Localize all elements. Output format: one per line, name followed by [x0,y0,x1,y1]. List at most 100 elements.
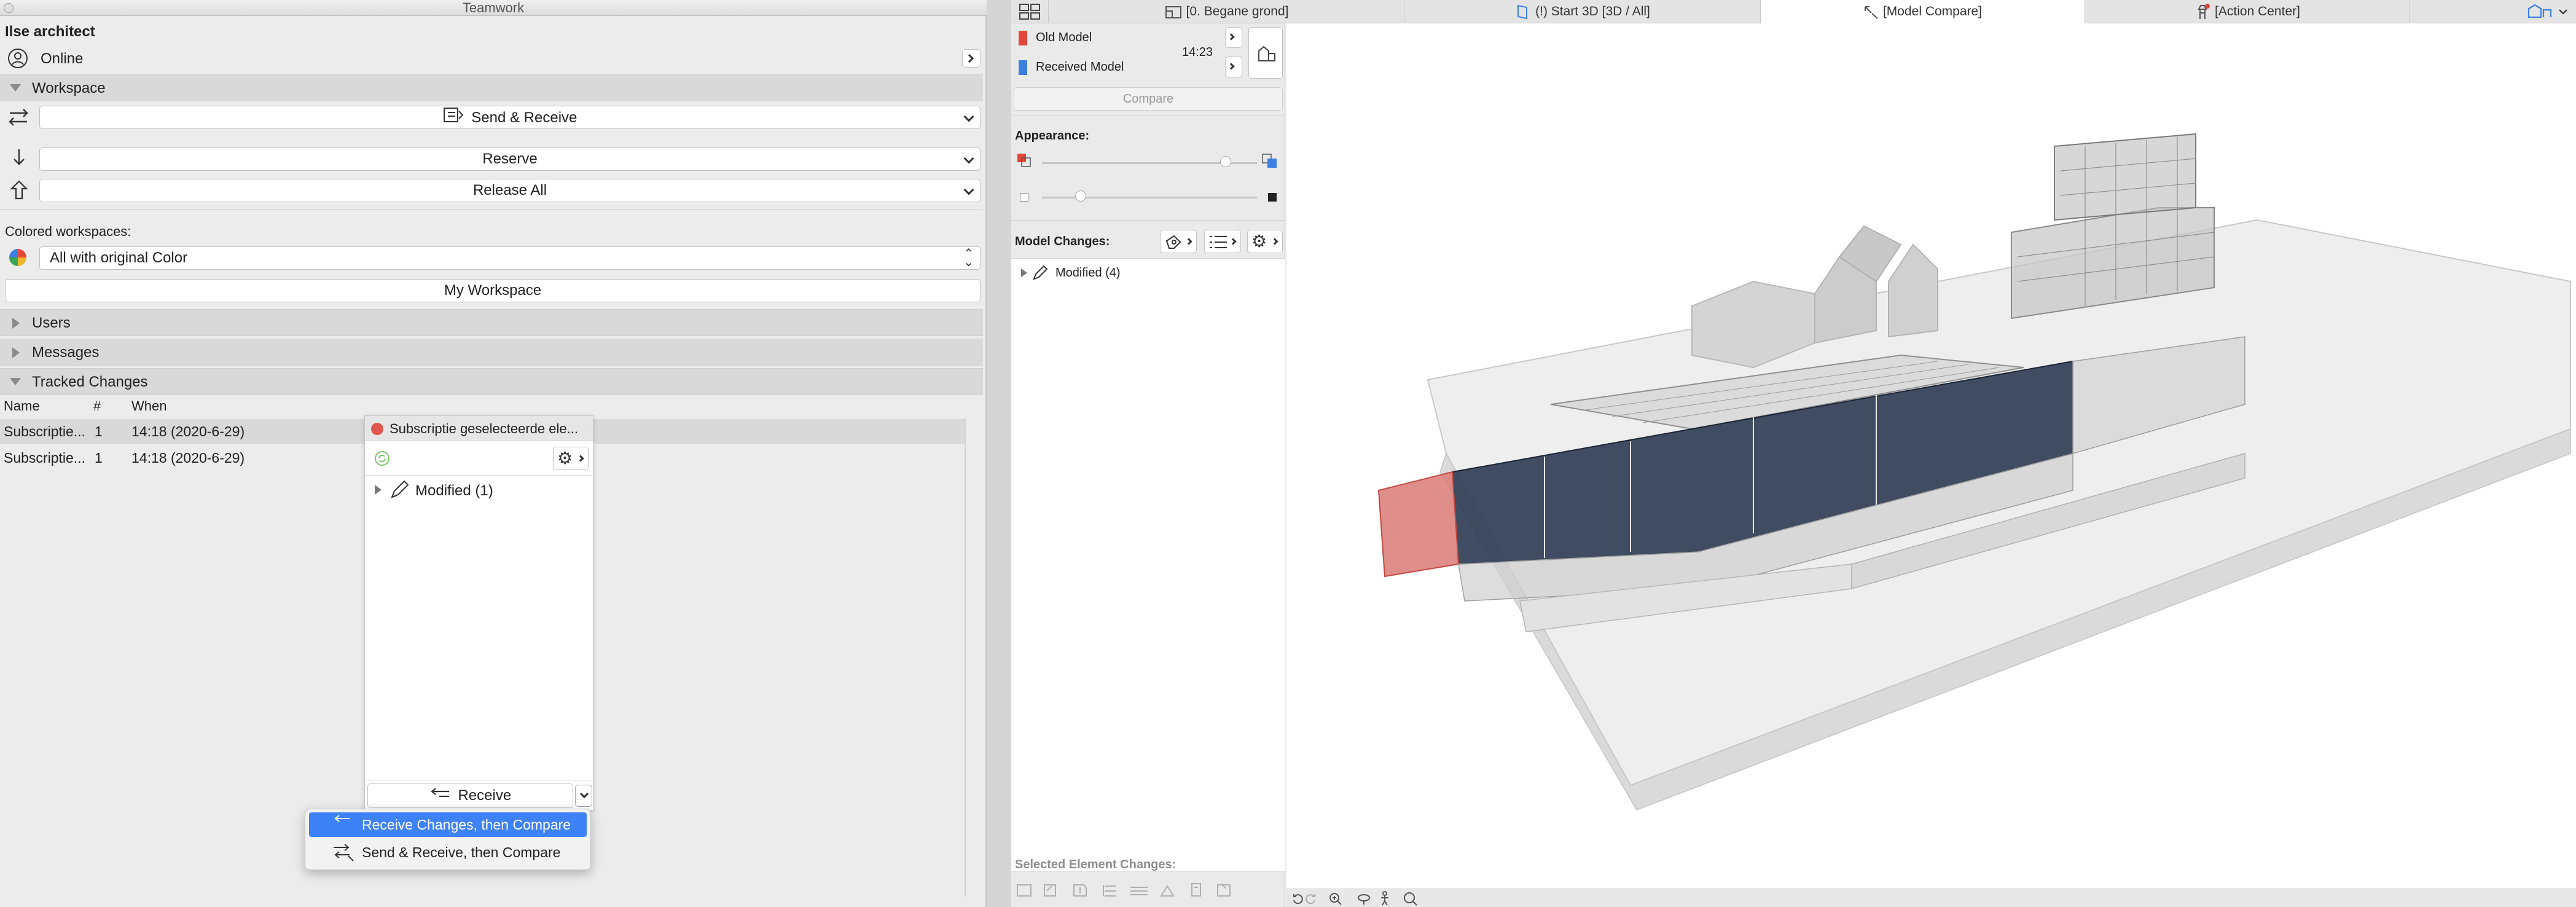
filter-changes-button[interactable] [1160,230,1197,253]
user-status-icon [7,48,28,69]
users-section-header[interactable]: Users [0,309,983,336]
palette-title-bar[interactable]: Teamwork [0,0,987,16]
status-details-button[interactable] [962,49,981,68]
3d-viewport[interactable] [1286,23,2576,889]
tab-3d-window[interactable]: (!) Start 3D [3D / All] [1404,0,1761,23]
workspace-header-label: Workspace [32,80,106,96]
reserve-button[interactable]: Reserve [39,147,981,171]
colored-workspaces-label: Colored workspaces: [5,224,131,239]
receive-options-button[interactable] [575,785,592,807]
tracked-change-popover: Subscriptie geselecteerde ele... ⚙ Modif… [364,415,593,811]
my-workspace-button[interactable]: My Workspace [5,279,981,302]
tab-model-compare[interactable]: [Model Compare] [1761,0,2085,23]
tab-label: [Model Compare] [1882,4,1983,18]
chevron-right-icon [1227,33,1235,41]
row-name: Subscriptie... [4,450,85,466]
row-when: 14:18 (2020-6-29) [131,423,245,439]
old-model-color-icon [1016,152,1032,168]
selected-changes-toolbar [1015,879,1279,901]
close-icon[interactable] [4,3,14,13]
chevron-down-icon [963,111,974,122]
receive-arrow-icon [429,784,450,807]
disclosure-triangle-icon[interactable] [1021,269,1027,277]
received-model-label: Received Model [1036,60,1124,74]
messages-header-label: Messages [32,344,100,361]
refresh-icon[interactable] [374,450,391,467]
menu-item-label: Send & Receive, then Compare [362,844,561,860]
tab-label: (!) Start 3D [3D / All] [1535,4,1650,18]
swap-models-icon [1256,45,1276,65]
action-center-icon [2194,3,2211,20]
reserve-label: Reserve [482,151,538,167]
row-count: 1 [95,423,103,439]
scrollbar-track[interactable] [965,418,966,897]
chevron-right-icon [1227,63,1235,70]
column-header-name[interactable]: Name [4,398,40,414]
viewport-status-bar [1286,889,2576,907]
disclosure-triangle-icon [10,84,21,92]
compare-settings-button[interactable]: ⚙ [1247,230,1283,253]
column-header-when[interactable]: When [131,398,166,414]
navigator-grid-icon[interactable] [1017,2,1042,21]
row-when: 14:18 (2020-6-29) [131,450,245,466]
list-view-button[interactable] [1204,230,1241,253]
workspace-section-header[interactable]: Workspace [0,74,983,101]
appearance-slider-thumb[interactable] [1220,156,1231,167]
disclosure-triangle-icon[interactable] [375,485,382,495]
window-tab-bar: [0. Begane grond] (!) Start 3D [3D / All… [1011,0,2576,23]
compare-button[interactable]: Compare [1014,87,1283,111]
palette-title: Teamwork [462,0,525,15]
received-model-select-button[interactable] [1225,57,1242,77]
3d-window-icon [1514,4,1532,20]
send-receive-icon [443,106,464,130]
transparency-high-icon [1268,193,1277,202]
color-workspace-select[interactable]: All with original Color ⌃ ⌄ [39,246,981,270]
gear-icon: ⚙ [557,449,573,468]
color-option-value: All with original Color [50,249,188,266]
release-icon [9,179,29,202]
disclosure-triangle-icon [10,378,21,385]
model-compare-panel: Old Model 14:23 Received Model Compare A… [1011,23,1285,907]
disclosure-triangle-icon [12,347,20,358]
tab-action-center[interactable]: [Action Center] [2085,0,2410,23]
tab-floor-plan[interactable]: [0. Begane grond] [1048,0,1404,23]
model-compare-icon [1863,4,1879,20]
menu-item-label: Receive Changes, then Compare [362,817,571,833]
model-changes-tree-item[interactable]: Modified (4) [1055,266,1121,280]
receive-label: Receive [458,787,512,804]
tracked-changes-section-header[interactable]: Tracked Changes [0,368,983,395]
popover-settings-button[interactable]: ⚙ [553,447,589,470]
divider [1011,220,1285,221]
transparency-slider-track[interactable] [1042,197,1257,198]
chevron-right-icon [1185,238,1192,245]
window-options-icon[interactable] [2526,2,2570,21]
menu-item-receive-then-compare[interactable]: Receive Changes, then Compare [309,812,587,837]
palette-gap [987,0,1011,907]
model-changes-tree: Modified (4) [1011,258,1285,871]
my-workspace-label: My Workspace [444,282,542,299]
received-model-swatch [1019,60,1027,75]
swap-models-button[interactable] [1248,27,1283,79]
send-receive-button[interactable]: Send & Receive [39,106,981,129]
chevron-down-icon [579,789,589,799]
release-all-button[interactable]: Release All [39,179,981,202]
messages-section-header[interactable]: Messages [0,339,983,366]
old-model-label: Old Model [1036,31,1092,44]
receive-button[interactable]: Receive [367,783,573,808]
transparency-slider-thumb[interactable] [1075,190,1086,202]
column-header-count[interactable]: # [93,398,101,414]
disclosure-triangle-icon [12,318,20,329]
menu-item-send-receive-then-compare[interactable]: Send & Receive, then Compare [309,840,587,865]
old-model-select-button[interactable] [1225,27,1242,48]
send-receive-compare-icon [331,842,356,870]
popover-tree-item[interactable]: Modified (1) [415,482,493,500]
navigation-toolbar[interactable] [1286,889,1446,907]
reserve-icon [10,147,28,170]
updown-chevron-icon: ⌃ ⌄ [963,247,974,269]
list-icon [1208,234,1229,253]
pencil-icon [1032,265,1048,281]
receive-options-menu: Receive Changes, then Compare Send & Rec… [305,809,591,870]
received-time: 14:23 [1182,45,1213,59]
row-name: Subscriptie... [4,423,85,439]
send-receive-arrows-icon [6,107,31,128]
